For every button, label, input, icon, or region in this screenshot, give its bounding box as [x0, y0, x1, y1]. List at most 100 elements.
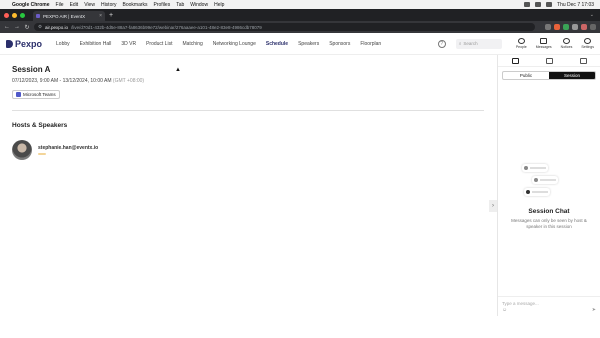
extension-icon[interactable] [554, 24, 560, 30]
settings-button[interactable]: Settings [581, 38, 594, 49]
nav-networking-lounge[interactable]: Networking Lounge [213, 41, 256, 47]
avatar [12, 140, 32, 160]
back-icon[interactable]: ← [4, 24, 10, 30]
message-input[interactable]: Type a message... [498, 297, 600, 307]
nav-exhibition-hall[interactable]: Exhibition Hall [80, 41, 112, 47]
menubar-edit[interactable]: Edit [70, 2, 79, 8]
session-date-range: 07/12/2023, 9:00 AM - 13/12/2024, 10:00 … [12, 78, 112, 84]
menubar-bookmarks[interactable]: Bookmarks [123, 2, 148, 8]
chat-scope-toggle: Public Session [502, 71, 596, 80]
new-tab-icon[interactable]: + [109, 12, 113, 19]
menubar-file[interactable]: File [56, 2, 64, 8]
chat-panel: Public Session Session Chat Messages can… [498, 55, 600, 316]
composer-actions: ☺ ➤ [498, 307, 600, 316]
nav-product-list[interactable]: Product List [146, 41, 172, 47]
teams-label: Microsoft Teams [23, 92, 56, 97]
tab-title: PEXPO AIR | EventX [43, 13, 86, 19]
session-tab[interactable]: Session [549, 72, 595, 79]
nav-schedule[interactable]: Schedule [266, 41, 288, 47]
send-icon[interactable]: ➤ [592, 307, 596, 313]
menubar-history[interactable]: History [101, 2, 117, 8]
messages-button[interactable]: Messages [536, 38, 552, 49]
app-header: Pexpo Lobby Exhibition Hall 3D VR Produc… [0, 33, 600, 55]
site-info-icon[interactable]: ⚙ [38, 24, 42, 30]
tab-search-icon[interactable]: ⌄ [590, 12, 594, 18]
collapse-panel-button[interactable]: › [489, 200, 497, 212]
battery-icon[interactable] [524, 2, 531, 7]
nav-lobby[interactable]: Lobby [56, 41, 70, 47]
speaker-card[interactable]: stephanie.han@eventx.io [12, 140, 485, 160]
maximize-window-icon[interactable] [20, 12, 25, 18]
extension-icon[interactable] [572, 24, 578, 30]
address-bar[interactable]: ⚙ air.pexpo.io/live/d70d1-432b-4d5e-88a7… [34, 23, 535, 31]
help-icon[interactable]: ? [437, 39, 446, 48]
speaker-role-badge [38, 153, 46, 155]
chrome-menu-icon[interactable] [590, 24, 596, 30]
minimize-window-icon[interactable] [12, 12, 17, 18]
chat-tab-icon[interactable] [511, 57, 519, 64]
menubar-tab[interactable]: Tab [176, 2, 184, 8]
wifi-icon[interactable] [535, 2, 542, 7]
chat-title: Session Chat [528, 208, 570, 215]
microsoft-teams-button[interactable]: Microsoft Teams [12, 90, 60, 99]
speaker-email: stephanie.han@eventx.io [38, 145, 99, 151]
browser-tabstrip: PEXPO AIR | EventX × + ⌄ [0, 9, 600, 21]
menubar-profiles[interactable]: Profiles [154, 2, 171, 8]
search-icon: ⌕ [458, 41, 462, 46]
favicon-icon [36, 14, 40, 18]
menubar-view[interactable]: View [84, 2, 95, 8]
settings-label: Settings [581, 45, 594, 49]
close-tab-icon[interactable]: × [99, 13, 102, 19]
main-menu: Lobby Exhibition Hall 3D VR Product List… [56, 41, 381, 47]
qa-tab-icon[interactable] [545, 57, 553, 64]
notices-button[interactable]: Notices [560, 38, 573, 49]
panel-tabs [498, 55, 600, 67]
session-timezone: (GMT +08:00) [112, 78, 145, 84]
search-placeholder: Search [463, 41, 478, 46]
menubar-window[interactable]: Window [190, 2, 208, 8]
gear-icon [584, 38, 592, 44]
nav-sponsors[interactable]: Sponsors [329, 41, 350, 47]
poll-tab-icon[interactable] [579, 57, 587, 64]
bookmark-star-icon[interactable] [545, 24, 551, 30]
notices-label: Notices [560, 45, 573, 49]
forward-icon[interactable]: → [14, 24, 20, 30]
header-actions: ? ⌕ Search People Messages Notices Setti… [437, 38, 594, 49]
menubar-clock[interactable]: Thu Dec 7 17:03 [557, 2, 594, 8]
emoji-icon[interactable]: ☺ [502, 307, 507, 313]
menubar-help[interactable]: Help [214, 2, 224, 8]
browser-tab[interactable]: PEXPO AIR | EventX × [33, 11, 105, 21]
extensions [545, 24, 596, 30]
session-content: Session A 07/12/2023, 9:00 AM - 13/12/20… [0, 55, 498, 316]
extension-icon[interactable] [563, 24, 569, 30]
mouse-cursor-icon: ▲ [175, 67, 181, 73]
pexpo-logo-icon [6, 39, 13, 48]
control-center-icon[interactable] [546, 2, 553, 7]
brand-name: Pexpo [15, 38, 43, 49]
people-icon [517, 38, 525, 44]
public-tab[interactable]: Public [503, 72, 549, 79]
nav-speakers[interactable]: Speakers [298, 41, 319, 47]
menubar-app-name[interactable]: Google Chrome [12, 2, 50, 8]
nav-floorplan[interactable]: Floorplan [360, 41, 381, 47]
session-datetime: 07/12/2023, 9:00 AM - 13/12/2024, 10:00 … [12, 78, 485, 84]
menubar-status: Thu Dec 7 17:03 [524, 2, 594, 8]
divider [12, 110, 484, 111]
profile-avatar-icon[interactable] [581, 24, 587, 30]
message-composer: Type a message... ☺ ➤ [498, 296, 600, 316]
brand-logo[interactable]: Pexpo [6, 39, 42, 49]
chat-description: Messages can only be seen by host & spea… [511, 218, 587, 229]
chat-illustration [518, 164, 580, 200]
browser-toolbar: ← → ↻ ⚙ air.pexpo.io/live/d70d1-432b-4d5… [0, 21, 600, 33]
session-title: Session A [12, 65, 51, 74]
people-button[interactable]: People [516, 38, 527, 49]
teams-icon [16, 92, 21, 97]
search-input[interactable]: ⌕ Search [455, 38, 502, 49]
hosts-heading: Hosts & Speakers [12, 122, 68, 129]
nav-3d-vr[interactable]: 3D VR [121, 41, 136, 47]
reload-icon[interactable]: ↻ [24, 24, 30, 31]
close-window-icon[interactable] [4, 12, 9, 18]
messages-icon [540, 38, 548, 44]
nav-matching[interactable]: Matching [182, 41, 202, 47]
macos-menubar: Google Chrome File Edit View History Boo… [0, 0, 600, 9]
